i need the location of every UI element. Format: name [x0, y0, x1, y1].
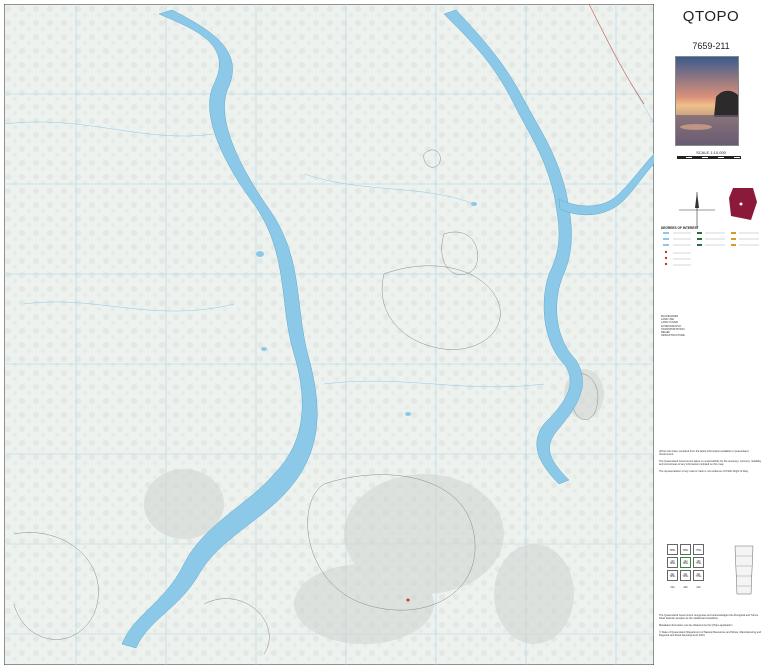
- notes: QTopo has been compiled from the latest …: [659, 450, 763, 473]
- legend-panel: QTOPO 7659-211 SCALE 1:10,000 DEGREES OF…: [657, 4, 765, 666]
- topographic-map[interactable]: [4, 4, 654, 665]
- beach-sunset-photo: [676, 57, 738, 145]
- index-cell[interactable]: 7659-224: [680, 570, 691, 589]
- survey-mark-icon: [406, 598, 410, 602]
- panel-title: QTOPO: [682, 8, 740, 25]
- index-cell[interactable]: 7759-211: [693, 557, 704, 576]
- pond: [261, 347, 267, 351]
- location-map-icon: [729, 188, 757, 220]
- legend-symbols: [663, 232, 759, 266]
- legend-section: INFRASTRUCTURE: [661, 334, 685, 338]
- index-cell[interactable]: 7659-211: [667, 557, 678, 576]
- legend: DEGREES OF INTEREST BOUNDARIES LAND USE …: [661, 226, 761, 337]
- scale-label: SCALE 1:10,000: [696, 150, 726, 155]
- note-representation: The representation of any road or track …: [659, 469, 749, 473]
- map-frame[interactable]: [4, 4, 654, 665]
- index-cell[interactable]: 7659-144: [680, 544, 691, 563]
- index-cell[interactable]: 7659-214: [667, 570, 678, 589]
- pond: [405, 412, 411, 416]
- pond: [471, 202, 477, 206]
- acknowledgement: The Queensland Government recognises and…: [659, 614, 763, 637]
- scale-bar: [677, 156, 741, 160]
- note-copyright: © State of Queensland (Department of Nat…: [659, 630, 762, 637]
- index-cell[interactable]: 7759-214: [693, 570, 704, 589]
- folded-map-icon: [734, 545, 754, 595]
- sheet-number: 7659-211: [692, 41, 730, 51]
- cover-photo: [675, 56, 739, 146]
- index-cell[interactable]: 7759-134: [693, 544, 704, 563]
- compass-icon: [679, 192, 715, 228]
- pond: [256, 251, 264, 257]
- index-cell-current[interactable]: 7659-211: [680, 557, 691, 576]
- index-cell[interactable]: 7659-134: [667, 544, 678, 563]
- index-grid: 7659-134 7659-144 7759-134 7659-211 7659…: [667, 544, 711, 610]
